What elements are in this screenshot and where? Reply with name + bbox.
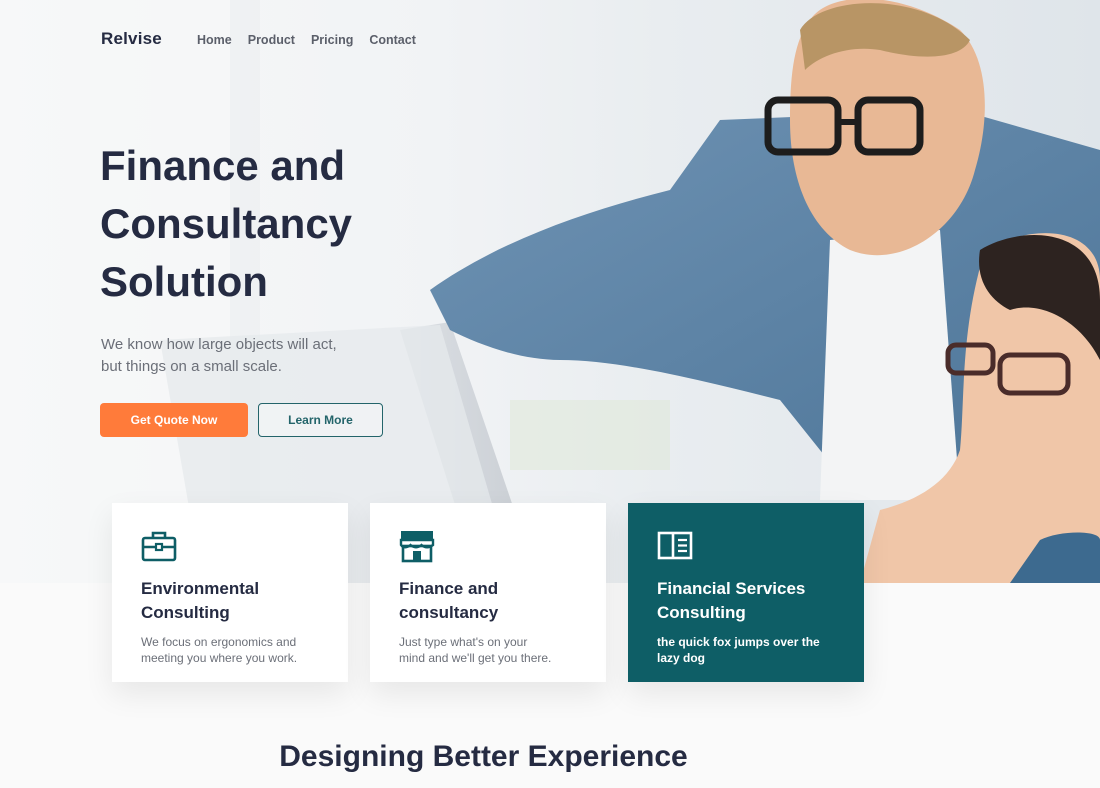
card-title-line: Consulting [141,603,230,622]
service-card-finance[interactable]: Finance and consultancy Just type what's… [370,503,606,682]
card-title-line: Financial Services [657,579,806,598]
card-description-line: mind and we'll get you there. [399,651,552,665]
main-nav: Home Product Pricing Contact [197,33,416,47]
hero-subtitle-line: but things on a small scale. [101,358,282,375]
service-card-environmental[interactable]: Environmental Consulting We focus on erg… [112,503,348,682]
card-description-line: Just type what's on your [399,635,528,649]
learn-more-button[interactable]: Learn More [258,403,383,437]
section-title: Designing Better Experience [279,740,688,773]
nav-home-link[interactable]: Home [197,33,232,47]
card-title-line: consultancy [399,603,499,622]
card-title-line: Finance and [399,579,499,598]
card-title: Finance and consultancy [399,577,577,625]
card-title: Environmental Consulting [141,577,319,625]
card-title: Financial Services Consulting [657,577,835,625]
hero-section: Relvise Home Product Pricing Contact Fin… [0,0,1100,583]
storefront-icon [399,531,435,563]
hero-title: Finance and Consultancy Solution [100,137,430,311]
nav-product-link[interactable]: Product [248,33,295,47]
logo[interactable]: Relvise [101,29,162,49]
card-description: Just type what's on your mind and we'll … [399,634,577,666]
card-description: We focus on ergonomics and meeting you w… [141,634,319,666]
card-title-line: Environmental [141,579,260,598]
card-description-line: lazy dog [657,651,706,665]
nav-pricing-link[interactable]: Pricing [311,33,353,47]
card-title-line: Consulting [657,603,746,622]
get-quote-button[interactable]: Get Quote Now [100,403,248,437]
card-description-line: meeting you where you work. [141,651,298,665]
briefcase-icon [141,531,177,562]
hero-title-line: Consultancy [100,200,353,247]
card-description-line: We focus on ergonomics and [141,635,297,649]
nav-contact-link[interactable]: Contact [369,33,416,47]
book-icon [657,531,693,560]
hero-subtitle-line: We know how large objects will act, [101,336,337,353]
card-description: the quick fox jumps over the lazy dog [657,634,835,666]
card-description-line: the quick fox jumps over the [657,635,820,649]
service-card-financial-services[interactable]: Financial Services Consulting the quick … [628,503,864,682]
hero-subtitle: We know how large objects will act, but … [101,334,401,378]
hero-title-line: Solution [100,258,268,305]
hero-title-line: Finance and [100,142,346,189]
